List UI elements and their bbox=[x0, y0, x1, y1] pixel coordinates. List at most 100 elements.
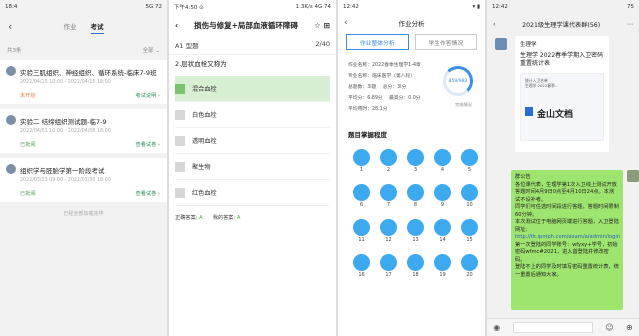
avatar[interactable] bbox=[495, 38, 507, 50]
option-c[interactable]: 透明血栓 bbox=[175, 128, 330, 154]
mastery-dot[interactable] bbox=[407, 254, 424, 271]
exam-card[interactable]: 实验二 结缔组织测试题-临7-9 2022/04/01 10:00 - 2022… bbox=[0, 109, 167, 153]
star-icon[interactable]: ☆ bbox=[314, 21, 321, 30]
tab-homework[interactable]: 作业 bbox=[64, 21, 77, 34]
mastery-dot[interactable] bbox=[407, 184, 424, 201]
question-type: A1 型题 bbox=[175, 42, 199, 50]
completion-label: 完成情况 bbox=[455, 102, 472, 107]
question-number: 12 bbox=[385, 237, 392, 243]
back-icon[interactable]: ‹ bbox=[344, 18, 348, 28]
question-number: 20 bbox=[466, 272, 473, 278]
option-marker bbox=[175, 187, 185, 198]
tab-student-answers[interactable]: 学生作答情况 bbox=[414, 34, 477, 50]
exam-card[interactable]: 实验三肌组织、神经组织、循环系统-临床7-9班 2022/04/15 10:00… bbox=[0, 60, 167, 104]
more-icon[interactable]: ⋯ bbox=[627, 21, 633, 28]
correct-answer: A bbox=[199, 215, 203, 221]
mastery-dot[interactable] bbox=[380, 254, 397, 271]
header: ‹ 作业 考试 bbox=[0, 14, 167, 40]
notice-line: 各位课代表，生理学第1次入卫线上测试开放答题时间4月9日0点至4月10日24点。… bbox=[515, 181, 617, 203]
option-a[interactable]: 混合血栓 bbox=[175, 76, 330, 102]
question-number: 5 bbox=[467, 167, 472, 173]
filter-dropdown[interactable]: 全部 ⌄ bbox=[143, 46, 160, 54]
option-label: 聚生物 bbox=[192, 164, 211, 171]
view-paper-link[interactable]: 查看试卷 › bbox=[136, 141, 160, 148]
question-number: 8 bbox=[413, 202, 418, 208]
mastery-dot[interactable] bbox=[434, 149, 451, 166]
input-bar: ◉ ☺ ⊕ bbox=[487, 318, 639, 336]
back-icon[interactable]: ‹ bbox=[8, 20, 12, 33]
mastery-dot[interactable] bbox=[353, 254, 370, 271]
question-progress: 2/40 bbox=[315, 40, 330, 48]
my-answer-label: 我的答案: bbox=[212, 215, 236, 221]
mastery-dot[interactable] bbox=[353, 219, 370, 236]
option-label: 红色血栓 bbox=[192, 190, 217, 197]
analysis-panel: 12:42 ▾ ▮ ‹ 作业分析 作业整体分析 学生作答情况 作业名称：2022春季生… bbox=[338, 0, 485, 336]
status-bar: 下午4:50 ⊙ 1.3K/s 4G 74 bbox=[169, 0, 336, 14]
voice-icon[interactable]: ◉ bbox=[493, 323, 500, 332]
quiz-title: 损伤与修复+局部血液循环障碍 bbox=[194, 20, 298, 30]
option-b[interactable]: 白色血栓 bbox=[175, 102, 330, 128]
quiz-panel: 下午4:50 ⊙ 1.3K/s 4G 74 ‹ 损伤与修复+局部血液循环障碍 ☆ ⊞ A… bbox=[169, 0, 336, 336]
mastery-dot[interactable] bbox=[380, 149, 397, 166]
plus-icon[interactable]: ⊕ bbox=[626, 323, 633, 332]
question-number: 9 bbox=[440, 202, 445, 208]
doc-title: 生理学 2022春季学期入卫密码重置统计表 bbox=[520, 52, 604, 67]
question-number: 2 bbox=[386, 167, 391, 173]
mastery-dot[interactable] bbox=[407, 149, 424, 166]
mastery-dot[interactable] bbox=[407, 219, 424, 236]
status-bar: 18:4 5G 72 bbox=[0, 0, 167, 14]
mastery-dot[interactable] bbox=[434, 184, 451, 201]
avatar[interactable] bbox=[627, 170, 639, 182]
mastery-dot[interactable] bbox=[434, 254, 451, 271]
status-bar: 12:42 75 bbox=[487, 0, 639, 14]
back-icon[interactable]: ‹ bbox=[493, 21, 495, 28]
exam-date: 2022/03/23 09:00 - 2022/03/30 18:00 bbox=[20, 178, 111, 183]
question-number: 4 bbox=[440, 167, 445, 173]
mastery-dot[interactable] bbox=[461, 149, 478, 166]
mastery-dot[interactable] bbox=[461, 254, 478, 271]
doc-preview: 统计入卫名单 生理学 2022春季... 金山文档 bbox=[520, 73, 604, 141]
page-title: 作业分析 bbox=[398, 20, 425, 28]
question-number: 17 bbox=[385, 272, 392, 278]
mastery-dot[interactable] bbox=[353, 149, 370, 166]
back-icon[interactable]: ‹ bbox=[175, 21, 178, 30]
option-marker bbox=[175, 109, 185, 120]
status-bar: 12:42 ▾ ▮ bbox=[338, 0, 485, 14]
announcement-message[interactable]: 群公告 各位课代表，生理学第1次入卫线上测试开放答题时间4月9日0点至4月10日… bbox=[511, 170, 623, 310]
option-e[interactable]: 红色血栓 bbox=[175, 180, 330, 206]
status-icons: 75 bbox=[627, 4, 634, 10]
question-number: 19 bbox=[439, 272, 446, 278]
mastery-dot[interactable] bbox=[461, 184, 478, 201]
shared-doc-message[interactable]: 生理学 生理学 2022春季学期入卫密码重置统计表 统计入卫名单 生理学 2022… bbox=[515, 36, 609, 152]
exam-card[interactable]: 组织学与胚胎学第一阶段考试 2022/03/23 09:00 - 2022/03… bbox=[0, 158, 167, 202]
notice-line: 第一次登陆的同学账号：wfyxy+学号，初始密码wfmc#2021，进入首登陆并… bbox=[515, 241, 618, 263]
exam-date: 2022/04/01 10:00 - 2022/04/08 18:00 bbox=[20, 129, 111, 134]
mastery-dot[interactable] bbox=[461, 219, 478, 236]
emoji-icon[interactable]: ☺ bbox=[605, 323, 613, 332]
mastery-dot[interactable] bbox=[434, 219, 451, 236]
exam-icon bbox=[6, 164, 16, 174]
exam-title: 实验二 结缔组织测试题-临7-9 bbox=[20, 118, 107, 126]
notice-line: 登陆不上的同学及时填写密码重置统计表，统一重置后通知大家。 bbox=[515, 264, 619, 278]
tab-overall-analysis[interactable]: 作业整体分析 bbox=[346, 34, 409, 50]
mastery-dot[interactable] bbox=[380, 219, 397, 236]
question-number: 13 bbox=[412, 237, 419, 243]
login-link[interactable]: http://tk.ipmph.com/exam/a/admin/login bbox=[515, 234, 620, 242]
sender-name: 生理学 bbox=[520, 42, 537, 48]
option-marker bbox=[175, 161, 185, 172]
time: 12:42 bbox=[343, 4, 359, 10]
mastery-dot[interactable] bbox=[353, 184, 370, 201]
question-number: 6 bbox=[359, 202, 364, 208]
option-label: 透明血栓 bbox=[192, 138, 217, 145]
option-d[interactable]: 聚生物 bbox=[175, 154, 330, 180]
kdocs-logo-text: 金山文档 bbox=[537, 110, 574, 120]
mastery-dot[interactable] bbox=[380, 184, 397, 201]
menu-icon[interactable]: ⊞ bbox=[324, 21, 330, 30]
tab-exam[interactable]: 考试 bbox=[90, 21, 104, 34]
question-mastery-grid: 12345 6 7 8 9 10 11 12 13 14 15 16 17 18 19 20 bbox=[338, 145, 485, 282]
exam-info-link[interactable]: 考试说明 › bbox=[136, 92, 160, 99]
message-input[interactable] bbox=[512, 322, 593, 333]
option-label: 白色血栓 bbox=[192, 112, 217, 119]
exam-title: 实验三肌组织、神经组织、循环系统-临床7-9班 bbox=[20, 69, 157, 77]
view-paper-link[interactable]: 查看试卷 › bbox=[136, 190, 160, 197]
